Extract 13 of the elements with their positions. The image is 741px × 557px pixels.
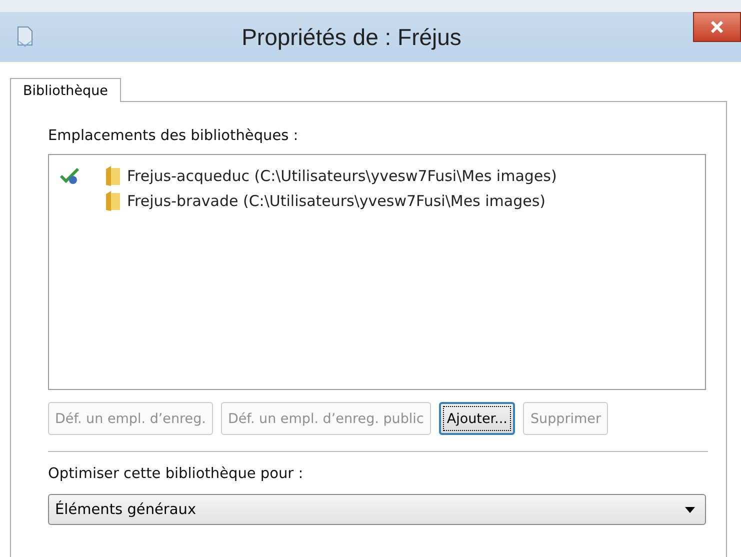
action-button[interactable]: Ajouter... [438,402,516,435]
window-title: Propriétés de : Fréjus [240,24,462,50]
folder-icon [105,190,121,212]
folder-icon [105,164,121,186]
optimize-label: Optimiser cette bibliothèque pour : [48,466,304,482]
close-icon [710,21,724,33]
close-button[interactable] [693,12,741,42]
optimize-dropdown[interactable]: Éléments généraux [48,494,706,525]
location-item[interactable]: Frejus-acqueduc (C:\Utilisateurs\yvesw7Fusi\Mes images) [127,166,557,184]
dropdown-arrow-icon [685,506,695,512]
tab[interactable]: Bibliothèque [10,78,121,102]
section-label: Emplacements des bibliothèques : [48,128,298,144]
location-item[interactable]: Frejus-bravade (C:\Utilisateurs\yvesw7Fusi\Mes images) [127,192,546,210]
